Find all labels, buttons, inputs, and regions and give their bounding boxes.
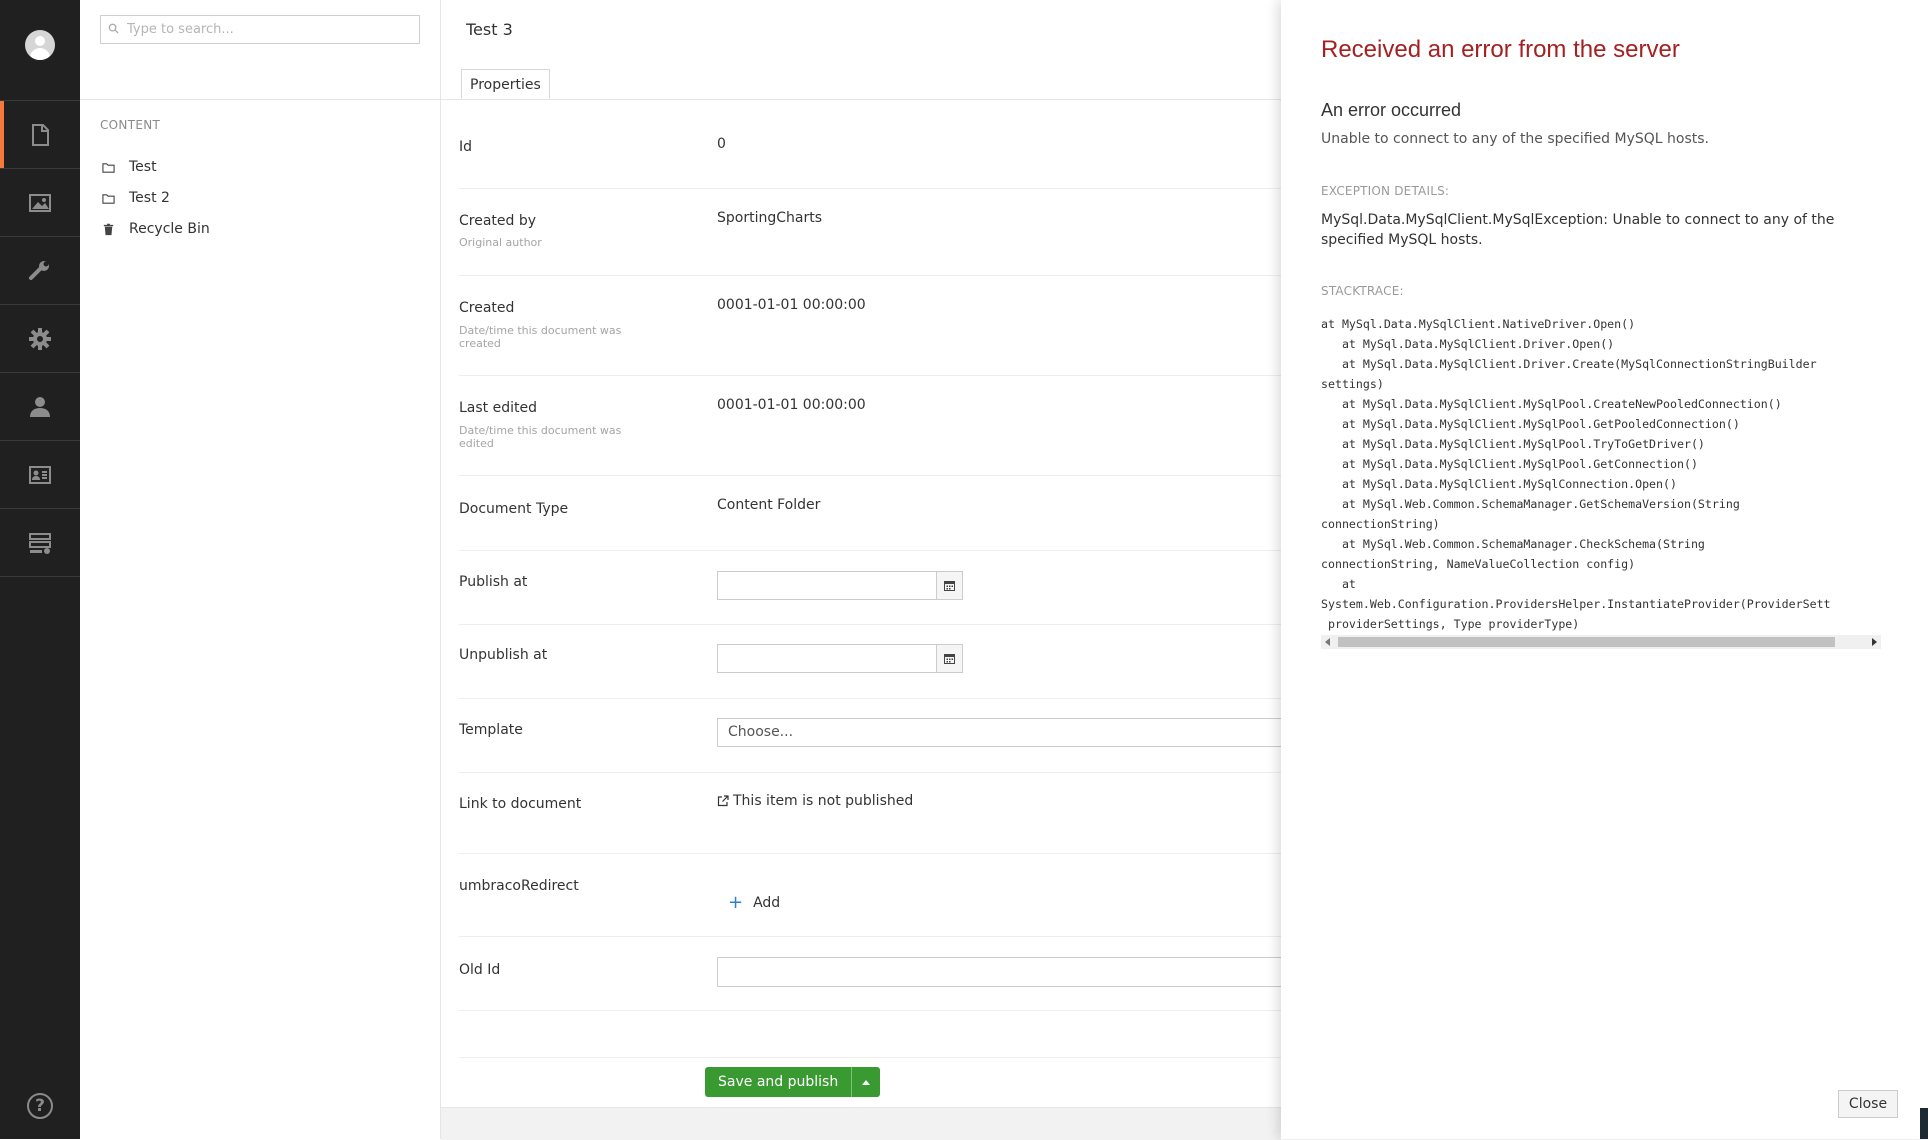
property-description: Original author: [459, 236, 542, 249]
save-button-group: Save and publish: [705, 1067, 881, 1097]
section-settings[interactable]: [0, 237, 80, 305]
tab-properties[interactable]: Properties: [461, 69, 550, 99]
caret-up-icon: [862, 1079, 871, 1085]
external-link-icon: [717, 795, 729, 807]
unpublish-at-input[interactable]: [717, 644, 937, 673]
publish-at-calendar-button[interactable]: [936, 571, 963, 600]
tree-node-test-2[interactable]: Test 2: [102, 187, 170, 209]
property-value: 0001-01-01 00:00:00: [717, 397, 866, 413]
tree-node-label: Test 2: [129, 190, 170, 206]
scrollbar-thumb[interactable]: [1338, 637, 1835, 647]
section-forms[interactable]: [0, 509, 80, 577]
stacktrace-horizontal-scrollbar[interactable]: [1321, 635, 1881, 649]
property-description: Date/time this document was created: [459, 324, 622, 350]
add-label: Add: [753, 895, 781, 911]
property-label: Template: [459, 722, 523, 738]
save-and-publish-button[interactable]: Save and publish: [705, 1067, 852, 1097]
members-icon: [29, 465, 51, 484]
property-label: Unpublish at: [459, 647, 548, 663]
property-id: Id 0: [459, 100, 1281, 189]
property-label: Created: [459, 300, 515, 316]
developer-gear-icon: [29, 327, 51, 350]
property-label: Document Type: [459, 501, 569, 517]
trash-icon: [103, 223, 114, 235]
property-document-type: Document Type Content Folder: [459, 476, 1281, 551]
window-corner: [1920, 1108, 1928, 1139]
section-content[interactable]: [0, 101, 80, 169]
link-status-text: This item is not published: [733, 793, 914, 809]
property-label: Last edited: [459, 400, 537, 416]
help-icon[interactable]: ?: [27, 1093, 53, 1119]
error-title: Received an error from the server: [1321, 36, 1680, 63]
property-created: Created Date/time this document was crea…: [459, 276, 1281, 376]
tree-node-test[interactable]: Test: [102, 156, 157, 178]
plus-icon: +: [728, 892, 744, 913]
error-overlay-panel: Received an error from the server An err…: [1281, 0, 1928, 1139]
property-created-by: Created by Original author SportingChart…: [459, 189, 1281, 276]
save-options-toggle[interactable]: [851, 1067, 881, 1097]
calendar-icon: [944, 581, 955, 591]
stacktrace-text: at MySql.Data.MySqlClient.NativeDriver.O…: [1321, 317, 1831, 631]
close-button[interactable]: Close: [1838, 1090, 1898, 1118]
property-value: SportingCharts: [717, 210, 822, 226]
tree-section-label: CONTENT: [100, 118, 161, 132]
calendar-icon: [944, 654, 955, 664]
content-tree-panel: CONTENT Test Test 2 Recycle Bin: [80, 0, 441, 1139]
tree-node-label: Test: [129, 159, 157, 175]
forms-icon: [29, 532, 51, 554]
property-last-edited: Last edited Date/time this document was …: [459, 376, 1281, 476]
editor-header: Test 3 Properties: [441, 0, 1281, 100]
add-redirect-button[interactable]: + Add: [728, 892, 781, 913]
folder-icon: [102, 193, 115, 204]
property-label: Id: [459, 139, 473, 155]
publish-at-input[interactable]: [717, 571, 937, 600]
stacktrace-heading: STACKTRACE:: [1321, 284, 1404, 298]
property-value: Content Folder: [717, 497, 821, 513]
property-label: Link to document: [459, 796, 582, 812]
editor-footer: [441, 1107, 1281, 1140]
search-area: [80, 0, 440, 100]
search-input[interactable]: [100, 15, 420, 44]
section-developer[interactable]: [0, 305, 80, 373]
property-value: 0: [717, 136, 726, 152]
property-value: 0001-01-01 00:00:00: [717, 297, 866, 313]
property-template: Template Choose...: [459, 699, 1317, 773]
search-icon: [108, 23, 119, 34]
section-media[interactable]: [0, 169, 80, 237]
property-spacer: [459, 1011, 1281, 1058]
scroll-left-icon[interactable]: [1325, 638, 1330, 646]
exception-heading: EXCEPTION DETAILS:: [1321, 184, 1450, 198]
property-umbraco-redirect: umbracoRedirect + Add: [459, 854, 1281, 937]
property-old-id: Old Id: [459, 937, 1317, 1011]
template-select[interactable]: Choose...: [717, 718, 1317, 747]
error-subtitle: An error occurred: [1321, 100, 1462, 120]
property-label: umbracoRedirect: [459, 878, 579, 894]
old-id-input[interactable]: [717, 957, 1317, 987]
exception-details: MySql.Data.MySqlClient.MySqlException: U…: [1321, 212, 1835, 248]
folder-icon: [102, 162, 115, 173]
media-icon: [29, 193, 51, 212]
link-status: This item is not published: [717, 793, 913, 809]
property-link-to-document: Link to document This item is not publis…: [459, 773, 1281, 854]
error-message: Unable to connect to any of the specifie…: [1321, 131, 1710, 147]
property-label: Created by: [459, 213, 537, 229]
content-editor: Test 3 Properties Id 0 Created by Origin…: [441, 0, 1317, 1140]
property-unpublish-at: Unpublish at: [459, 625, 1281, 699]
app-sections-rail: ?: [0, 0, 80, 1139]
user-avatar[interactable]: [25, 30, 55, 60]
property-publish-at: Publish at: [459, 551, 1281, 625]
property-label: Publish at: [459, 574, 528, 590]
settings-wrench-icon: [29, 260, 49, 280]
document-name[interactable]: Test 3: [466, 20, 513, 39]
property-label: Old Id: [459, 962, 501, 978]
tree-node-recycle-bin[interactable]: Recycle Bin: [102, 218, 210, 240]
unpublish-at-calendar-button[interactable]: [936, 644, 963, 673]
section-users[interactable]: [0, 373, 80, 441]
content-icon: [32, 123, 49, 146]
tree-node-label: Recycle Bin: [129, 221, 210, 237]
scroll-right-icon[interactable]: [1872, 638, 1877, 646]
property-description: Date/time this document was edited: [459, 424, 622, 450]
users-icon: [30, 396, 50, 417]
section-members[interactable]: [0, 441, 80, 509]
